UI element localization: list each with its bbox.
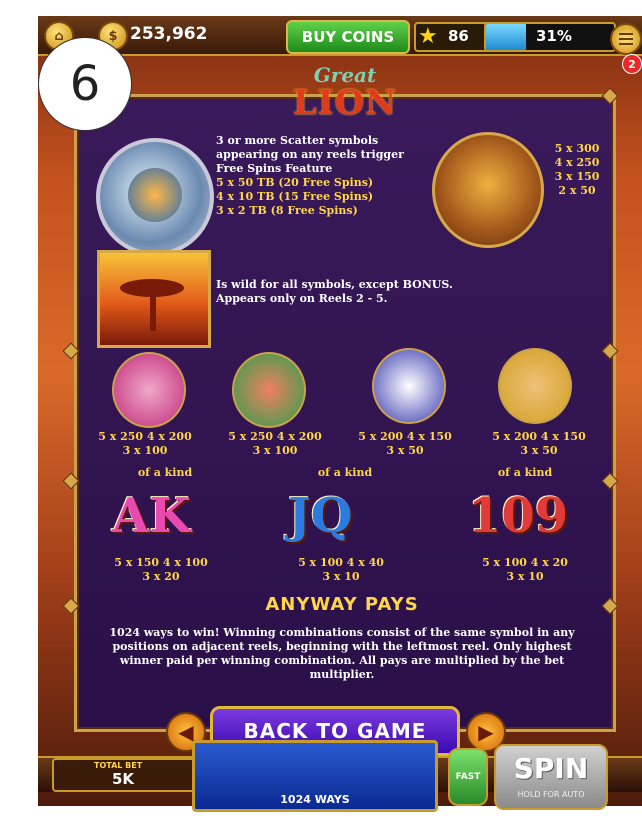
total-bet-label: TOTAL BET [94, 761, 143, 770]
top-bar: ⌂ $ 253,962 BUY COINS ★ 86 31% [38, 16, 642, 56]
spin-sub-label: HOLD FOR AUTO [517, 790, 585, 799]
anyway-pays-title: ANYWAY PAYS [265, 594, 419, 615]
lion-pays: 5 x 300 4 x 250 3 x 150 2 x 50 [544, 142, 610, 198]
lion-pay: 2 x 50 [558, 184, 596, 197]
animal-pays: 5 x 250 4 x 200 3 x 100 [98, 430, 192, 457]
letter-pays: 5 x 100 4 x 20 3 x 10 [482, 556, 568, 583]
notification-badge: 2 [622, 54, 642, 74]
jq-symbol-icon: JQ [288, 488, 353, 544]
animal-pays: 5 x 250 4 x 200 3 x 100 [228, 430, 322, 457]
fast-spin-toggle[interactable]: FAST [448, 748, 488, 806]
scatter-pay: 5 x 50 TB (20 Free Spins) [216, 176, 374, 189]
scatter-line: appearing on any reels trigger [216, 148, 404, 161]
total-bet-box: TOTAL BET 5K [52, 758, 204, 792]
xp-progress-fill [486, 24, 526, 50]
star-icon: ★ [418, 24, 438, 49]
wild-symbol-icon [97, 250, 211, 348]
xp-percent: 31% [536, 27, 572, 45]
zebra-symbol-icon [372, 348, 446, 424]
coin-balance: 253,962 [130, 24, 208, 44]
wild-description: Is wild for all symbols, except BONUS. A… [216, 278, 516, 306]
lion-pay: 3 x 150 [554, 170, 600, 183]
of-a-kind-label: of a kind [497, 466, 553, 479]
spin-label: SPIN [513, 752, 589, 785]
scatter-pay: 3 x 2 TB (8 Free Spins) [216, 204, 358, 217]
ak-symbol-icon: AK [112, 488, 191, 544]
gazelle-symbol-icon [498, 348, 572, 424]
hyena-symbol-icon [232, 352, 306, 428]
scatter-description: 3 or more Scatter symbols appearing on a… [216, 134, 456, 218]
logo-lion: LION [292, 83, 398, 123]
total-bet-value: 5K [112, 770, 135, 788]
lioness-symbol-icon [112, 352, 186, 428]
lion-symbol-icon [432, 132, 544, 248]
109-symbol-icon: 109 [468, 488, 569, 544]
level-number: 86 [448, 27, 469, 45]
menu-icon[interactable] [610, 23, 642, 55]
xp-progress-bar: 31% [484, 22, 616, 52]
wild-line: Is wild for all symbols, except BONUS. [216, 278, 453, 291]
letter-pays: 5 x 100 4 x 40 3 x 10 [298, 556, 384, 583]
game-logo: Great LION [280, 64, 410, 122]
of-a-kind-label: of a kind [317, 466, 373, 479]
scatter-pay: 4 x 10 TB (15 Free Spins) [216, 190, 374, 203]
scatter-symbol-icon [96, 138, 214, 256]
anyway-pays-text: 1024 ways to win! Winning combinations c… [109, 626, 575, 681]
page-number-badge: 6 [38, 37, 132, 131]
of-a-kind-label: of a kind [137, 466, 193, 479]
buy-coins-button[interactable]: BUY COINS [286, 20, 410, 54]
animal-pays: 5 x 200 4 x 150 3 x 50 [358, 430, 452, 457]
ways-display: 1024 WAYS [192, 740, 438, 812]
animal-pays: 5 x 200 4 x 150 3 x 50 [492, 430, 586, 457]
scatter-line: Free Spins Feature [216, 162, 333, 175]
wild-line: Appears only on Reels 2 - 5. [216, 292, 388, 305]
scatter-line: 3 or more Scatter symbols [216, 134, 379, 147]
paw-icon [128, 168, 182, 222]
ways-label: 1024 WAYS [280, 793, 350, 806]
spin-button[interactable]: SPIN HOLD FOR AUTO [494, 744, 608, 810]
lion-pay: 4 x 250 [554, 156, 600, 169]
lion-pay: 5 x 300 [554, 142, 600, 155]
letter-pays: 5 x 150 4 x 100 3 x 20 [114, 556, 208, 583]
